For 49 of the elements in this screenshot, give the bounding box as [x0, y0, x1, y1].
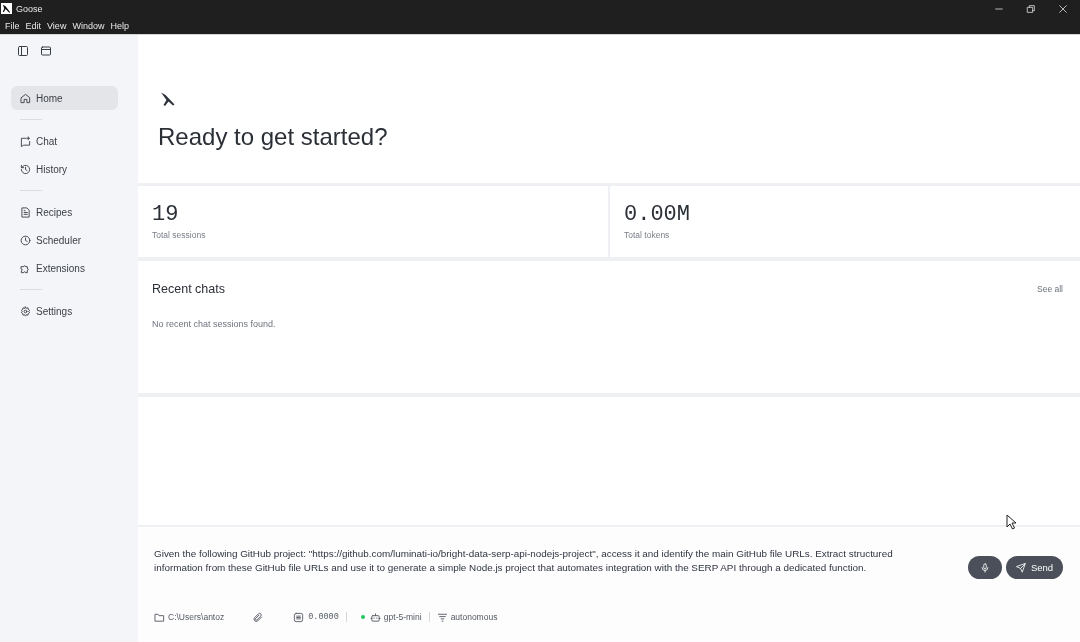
nav-item[interactable]: Settings	[11, 299, 118, 323]
send-button[interactable]: Send	[1006, 556, 1063, 579]
cost-reading: 0.0000	[308, 612, 339, 622]
nav-item[interactable]: Recipes	[11, 200, 118, 224]
menu-item[interactable]: View	[47, 20, 67, 31]
microphone-button[interactable]	[968, 556, 1002, 579]
model-button[interactable]: gpt-5-mini	[369, 611, 422, 623]
directory-button[interactable]: C:\Users\antoz	[154, 611, 225, 623]
menu-item[interactable]: Help	[110, 20, 129, 31]
stat-value: 19	[152, 203, 180, 227]
menu-item[interactable]: File	[5, 20, 20, 31]
nav-item[interactable]: History	[11, 157, 118, 181]
nav-item[interactable]: Chat	[11, 129, 118, 153]
filter-lines-icon	[436, 611, 448, 623]
stat-label: Total tokens	[624, 230, 671, 241]
bird-logo-icon	[160, 91, 176, 107]
stat-label: Total sessions	[152, 230, 207, 241]
empty-message: No recent chat sessions found.	[152, 318, 277, 330]
mode-button[interactable]: autonomous	[436, 611, 498, 623]
puzzle-icon	[20, 262, 31, 274]
microphone-icon	[980, 562, 990, 573]
section-title: Recent chats	[152, 282, 225, 296]
menu-item[interactable]: Edit	[25, 20, 42, 31]
clock-icon	[20, 234, 31, 246]
app-logo-icon	[1, 3, 12, 14]
paperclip-icon[interactable]	[252, 611, 264, 623]
stat-value: 0.00M	[624, 203, 691, 227]
chat-bubble-icon	[20, 135, 31, 147]
close-icon[interactable]	[1058, 3, 1068, 14]
see-all-link[interactable]: See all	[1037, 284, 1063, 294]
welcome-heading: Ready to get started?	[158, 123, 389, 151]
nav-item[interactable]: Home	[11, 86, 118, 110]
menu-item[interactable]: Window	[72, 20, 105, 31]
coins-icon	[293, 611, 305, 623]
window-title: Goose	[16, 3, 43, 14]
history-icon	[20, 163, 31, 175]
settings-icon	[20, 305, 31, 317]
paper-plane-icon	[1015, 562, 1026, 573]
home-icon	[20, 92, 31, 104]
message-field[interactable]: Given the following GitHub project: "https://github.com/luminati-io/bright-data-serp-api-nodejs-project", access it and identify the main GitHub file URLs. Extract structured information from these GitHub file URLs and use it to generate a simple Node.js project that automates integration with the SERP API through a dedicated function.	[154, 547, 918, 575]
nav-item[interactable]: Extensions	[11, 256, 118, 280]
robot-icon	[369, 611, 381, 623]
sidebar-toggle-icon[interactable]	[17, 45, 29, 57]
status-dot-icon	[360, 615, 365, 619]
window-icon[interactable]	[40, 45, 52, 57]
folder-icon	[154, 611, 165, 623]
nav-item[interactable]: Scheduler	[11, 228, 118, 252]
restore-icon[interactable]	[1026, 3, 1036, 14]
document-icon	[20, 206, 31, 218]
